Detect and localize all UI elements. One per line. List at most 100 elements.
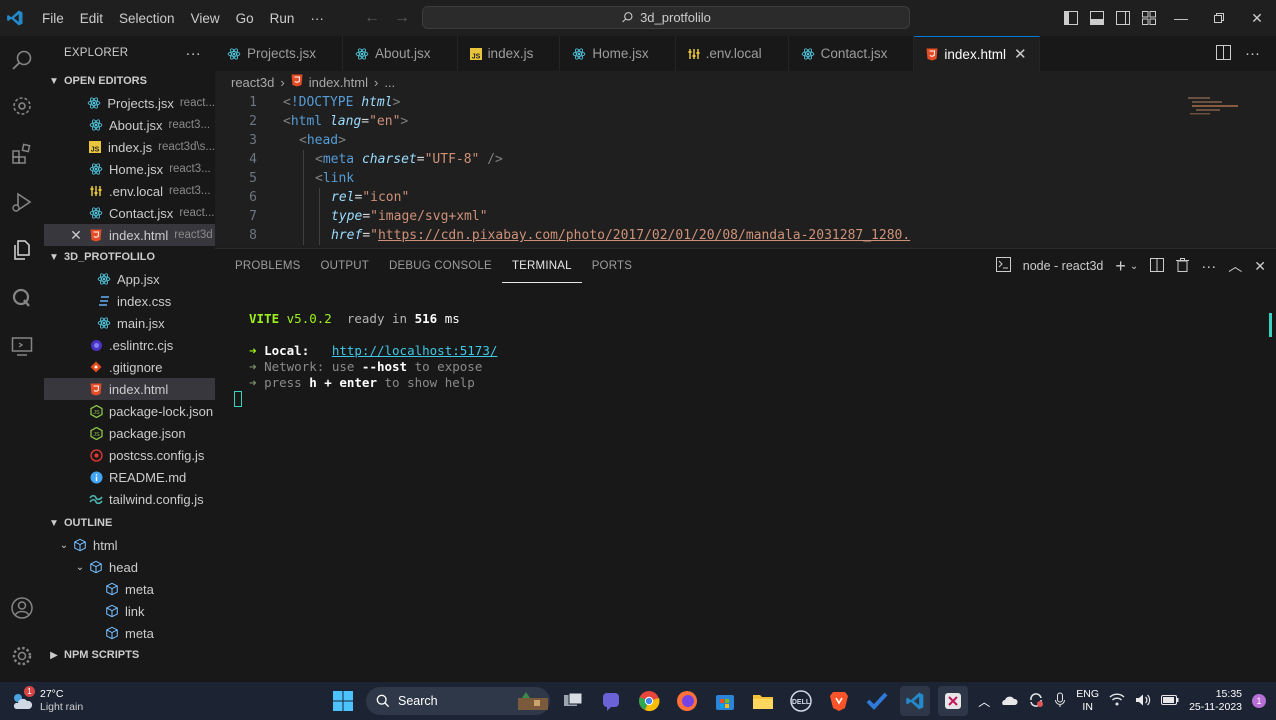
teams-chat-icon[interactable]	[596, 686, 626, 716]
close-icon[interactable]: ✕	[68, 227, 84, 244]
wifi-icon[interactable]	[1109, 693, 1125, 709]
toggle-secondary-sidebar-icon[interactable]	[1110, 0, 1136, 36]
restore-button[interactable]	[1200, 0, 1238, 36]
notification-badge[interactable]: 1	[1252, 694, 1266, 708]
new-terminal-icon[interactable]: +	[1115, 256, 1126, 277]
file-tree-item[interactable]: .eslintrc.cjs	[44, 334, 215, 356]
vscode-logo-icon[interactable]	[0, 0, 30, 36]
weather-widget[interactable]: 1 27°C Light rain	[10, 682, 83, 720]
extension-react-icon[interactable]	[6, 90, 38, 122]
back-arrow-icon[interactable]: ←	[364, 9, 380, 27]
outline-item[interactable]: ⌄ head	[44, 556, 215, 578]
more-actions-icon[interactable]: ···	[185, 45, 201, 62]
split-terminal-icon[interactable]	[1150, 257, 1165, 275]
terminal-output[interactable]: VITE v5.0.2 ready in 516 ms ➜ Local: http…	[249, 311, 497, 391]
open-editor-item[interactable]: About.jsx react3...	[44, 114, 215, 136]
tab-indexhtml[interactable]: index.html ✕	[914, 36, 1040, 71]
maximize-panel-icon[interactable]: ︿	[1228, 256, 1242, 276]
trash-icon[interactable]	[1176, 257, 1190, 275]
clock[interactable]: 15:35 25-11-2023	[1189, 688, 1242, 714]
open-editors-header[interactable]: ▼ OPEN EDITORS	[44, 70, 215, 92]
open-editor-item[interactable]: Home.jsx react3...	[44, 158, 215, 180]
battery-icon[interactable]	[1161, 694, 1179, 708]
tab-envlocal[interactable]: .env.local	[676, 36, 789, 71]
tab-contactjsx[interactable]: Contact.jsx	[789, 36, 915, 71]
split-editor-icon[interactable]	[1216, 44, 1231, 63]
file-tree-item[interactable]: tailwind.config.js	[44, 488, 215, 510]
chrome-icon[interactable]	[634, 686, 664, 716]
taskbar-search[interactable]: Search	[366, 687, 550, 715]
brave-icon[interactable]	[824, 686, 854, 716]
microsoft-store-icon[interactable]	[710, 686, 740, 716]
account-icon[interactable]	[6, 592, 38, 624]
command-center[interactable]: 3d_protfolilo	[422, 6, 910, 29]
settings-gear-icon[interactable]	[6, 640, 38, 672]
open-editor-item[interactable]: Projects.jsx react...	[44, 92, 215, 114]
tab-projectsjsx[interactable]: Projects.jsx	[215, 36, 344, 71]
menu-item-view[interactable]: View	[183, 11, 228, 26]
show-hidden-icons-icon[interactable]: ︿	[978, 693, 990, 710]
chevron-down-icon[interactable]: ⌄	[1130, 261, 1138, 272]
file-tree-item[interactable]: JS package-lock.json	[44, 400, 215, 422]
sync-icon[interactable]	[1028, 692, 1044, 711]
panel-tab-debug-console[interactable]: DEBUG CONSOLE	[379, 249, 502, 283]
file-tree-item[interactable]: index.html	[44, 378, 215, 400]
tab-homejsx[interactable]: Home.jsx	[560, 36, 676, 71]
firefox-icon[interactable]	[672, 686, 702, 716]
file-tree-item[interactable]: index.css	[44, 290, 215, 312]
vscode-taskbar-icon[interactable]	[900, 686, 930, 716]
file-tree-item[interactable]: JS package.json	[44, 422, 215, 444]
toggle-sidebar-icon[interactable]	[1058, 0, 1084, 36]
explorer-icon[interactable]	[6, 234, 38, 266]
file-tree-item[interactable]: .gitignore	[44, 356, 215, 378]
menu-item-edit[interactable]: Edit	[72, 11, 111, 26]
project-header[interactable]: ▼ 3D_PROTFOLILO	[44, 246, 215, 268]
scrollbar[interactable]	[1269, 313, 1272, 337]
more-actions-icon[interactable]: ···	[1201, 258, 1216, 275]
source-control-icon[interactable]	[6, 282, 38, 314]
panel-tab-terminal[interactable]: TERMINAL	[501, 249, 582, 283]
outline-item[interactable]: meta	[44, 578, 215, 600]
menu-item-file[interactable]: File	[34, 11, 72, 26]
breadcrumb-folder[interactable]: react3d	[231, 75, 274, 90]
onedrive-icon[interactable]	[1000, 694, 1018, 709]
forward-arrow-icon[interactable]: →	[394, 9, 410, 27]
breadcrumb-file[interactable]: index.html	[309, 75, 368, 90]
extensions-icon[interactable]	[6, 138, 38, 170]
file-tree-item[interactable]: README.md	[44, 466, 215, 488]
run-debug-icon[interactable]	[6, 186, 38, 218]
menu-item-more[interactable]: ···	[302, 11, 332, 26]
dell-icon[interactable]: DELL	[786, 686, 816, 716]
volume-icon[interactable]	[1135, 693, 1151, 710]
outline-item[interactable]: ⌄ html	[44, 534, 215, 556]
open-editor-item[interactable]: JS index.js react3d\s...	[44, 136, 215, 158]
terminal-name[interactable]: node - react3d	[1023, 259, 1104, 273]
close-panel-icon[interactable]: ✕	[1254, 258, 1266, 275]
open-editor-item[interactable]: Contact.jsx react...	[44, 202, 215, 224]
file-tree-item[interactable]: postcss.config.js	[44, 444, 215, 466]
outline-item[interactable]: meta	[44, 622, 215, 644]
menu-item-go[interactable]: Go	[228, 11, 262, 26]
outline-header[interactable]: ▼ OUTLINE	[44, 512, 215, 534]
panel-tab-output[interactable]: OUTPUT	[311, 249, 379, 283]
customize-layout-icon[interactable]	[1136, 0, 1162, 36]
minimap[interactable]	[1188, 95, 1242, 115]
file-tree-item[interactable]: main.jsx	[44, 312, 215, 334]
language-indicator[interactable]: ENG IN	[1076, 688, 1099, 714]
more-actions-icon[interactable]: ···	[1245, 45, 1260, 62]
code-editor[interactable]: 1 <!DOCTYPE html> 2 <html lang="en"> 3 <head>…	[215, 93, 1276, 245]
panel-tab-ports[interactable]: PORTS	[582, 249, 642, 283]
minimize-button[interactable]: —	[1162, 0, 1200, 36]
close-icon[interactable]: ✕	[1014, 45, 1027, 63]
file-tree-item[interactable]: App.jsx	[44, 268, 215, 290]
localhost-link[interactable]: http://localhost:5173/	[332, 343, 498, 358]
menu-item-selection[interactable]: Selection	[111, 11, 183, 26]
panel-tab-problems[interactable]: PROBLEMS	[225, 249, 311, 283]
remote-explorer-icon[interactable]	[6, 330, 38, 362]
snipping-tool-icon[interactable]	[938, 686, 968, 716]
windows-start-icon[interactable]	[328, 686, 358, 716]
menu-item-run[interactable]: Run	[262, 11, 303, 26]
todo-icon[interactable]	[862, 686, 892, 716]
open-editor-item[interactable]: .env.local react3...	[44, 180, 215, 202]
microphone-icon[interactable]	[1054, 692, 1066, 711]
